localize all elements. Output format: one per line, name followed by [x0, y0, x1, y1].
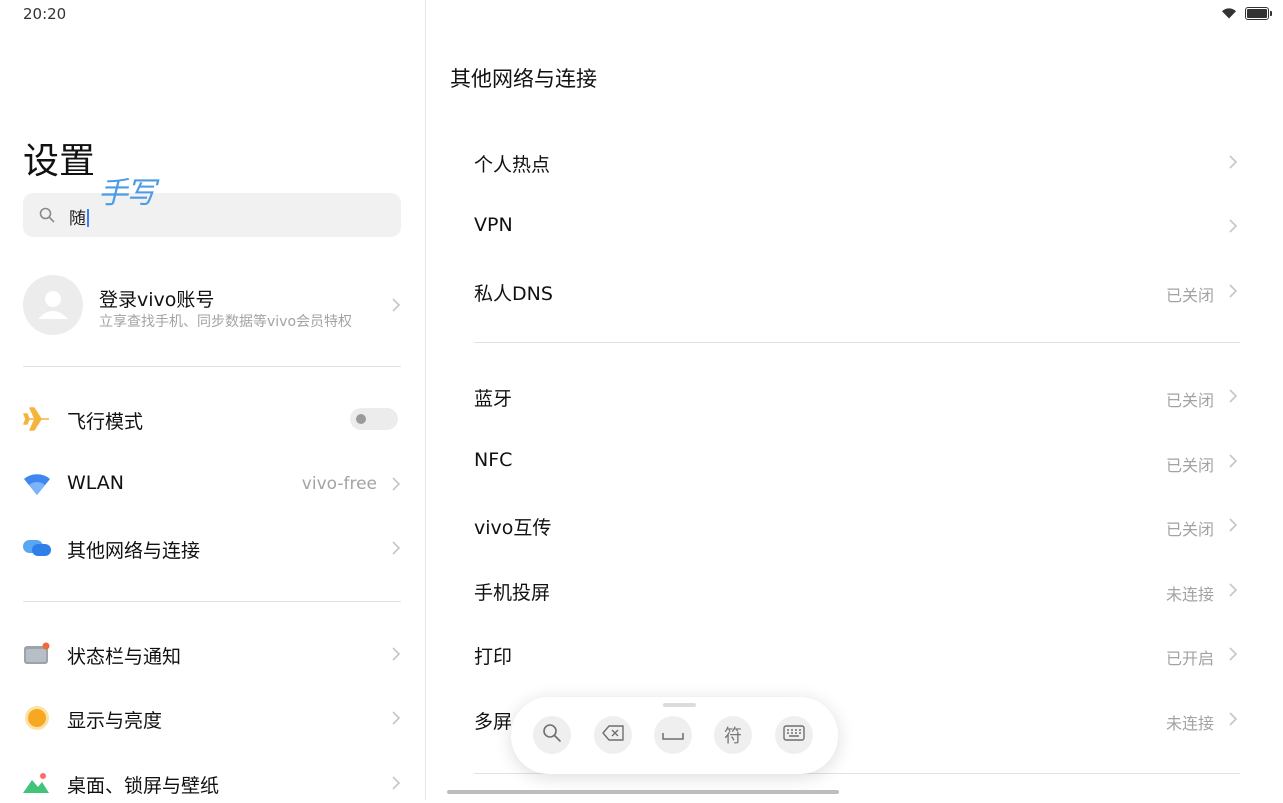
search-input-value: 随: [69, 204, 89, 229]
sidebar-item-label: WLAN: [67, 472, 125, 494]
space-button[interactable]: [654, 716, 692, 754]
setting-label: VPN: [474, 214, 513, 236]
chevron-right-icon: [1228, 646, 1238, 666]
divider: [23, 601, 401, 602]
sidebar-item-other-connections[interactable]: 其他网络与连接: [23, 528, 401, 568]
detail-title: 其他网络与连接: [450, 67, 597, 91]
divider: [23, 366, 401, 367]
setting-value: 已开启: [1165, 649, 1214, 668]
handwriting-toolbar: 符: [511, 697, 838, 774]
chevron-right-icon: [391, 646, 401, 666]
chevron-right-icon: [1228, 582, 1238, 602]
chevron-right-icon: [1228, 154, 1238, 174]
search-input[interactable]: 随: [23, 193, 401, 237]
setting-value: 未连接: [1165, 585, 1214, 604]
sidebar-item-display[interactable]: 显示与亮度: [23, 698, 401, 738]
setting-label: 多屏: [474, 711, 513, 733]
chevron-right-icon: [1228, 283, 1238, 303]
setting-row-nfc[interactable]: NFC 已关闭: [474, 439, 1240, 483]
chevron-right-icon: [1228, 218, 1238, 238]
space-icon: [662, 725, 684, 746]
keyboard-switch-button[interactable]: [775, 716, 813, 754]
setting-row-private-dns[interactable]: 私人DNS 已关闭: [474, 269, 1240, 313]
account-subtitle: 立享查找手机、同步数据等vivo会员特权: [99, 314, 353, 330]
chevron-right-icon: [391, 297, 401, 317]
wifi-icon: [23, 470, 51, 498]
avatar: [23, 275, 83, 335]
airplane-icon: [23, 405, 51, 433]
chevron-right-icon: [1228, 453, 1238, 473]
wifi-status-icon: [1221, 4, 1237, 23]
divider: [474, 342, 1240, 343]
battery-icon: [1245, 7, 1272, 20]
chevron-right-icon: [1228, 517, 1238, 537]
sidebar-item-label: 飞行模式: [67, 411, 144, 433]
setting-row-screen-cast[interactable]: 手机投屏 未连接: [474, 568, 1240, 612]
setting-value: 已关闭: [1165, 520, 1214, 539]
airplane-mode-toggle[interactable]: [350, 408, 398, 430]
brightness-icon: [23, 704, 51, 732]
horizontal-scrollbar[interactable]: [447, 790, 839, 794]
sidebar-item-wallpaper[interactable]: 桌面、锁屏与壁纸: [23, 763, 401, 803]
search-icon: [542, 723, 562, 748]
setting-value: 已关闭: [1165, 286, 1214, 305]
pane-divider: [425, 0, 426, 800]
chevron-right-icon: [1228, 388, 1238, 408]
sidebar-item-label: 桌面、锁屏与壁纸: [67, 775, 220, 797]
setting-row-hotspot[interactable]: 个人热点: [474, 140, 1240, 184]
setting-row-vpn[interactable]: VPN: [474, 204, 1240, 248]
sidebar-item-wlan[interactable]: WLAN vivo-free: [23, 464, 401, 504]
keyboard-icon: [783, 724, 805, 746]
setting-row-print[interactable]: 打印 已开启: [474, 632, 1240, 676]
setting-label: 打印: [474, 646, 513, 668]
setting-row-vivo-share[interactable]: vivo互传 已关闭: [474, 503, 1240, 547]
symbols-button[interactable]: 符: [714, 716, 752, 754]
sidebar-item-label: 显示与亮度: [67, 710, 163, 732]
wlan-network-name: vivo-free: [301, 474, 377, 494]
setting-label: NFC: [474, 449, 513, 471]
connections-icon: [23, 534, 51, 562]
backspace-icon: [602, 724, 624, 746]
backspace-button[interactable]: [594, 716, 632, 754]
setting-value: 已关闭: [1165, 456, 1214, 475]
status-icons: [1221, 4, 1272, 23]
setting-value: 已关闭: [1165, 391, 1214, 410]
setting-label: 私人DNS: [474, 283, 553, 305]
sidebar-item-label: 其他网络与连接: [67, 540, 201, 562]
wallpaper-icon: [23, 769, 51, 797]
toolbar-search-button[interactable]: [533, 716, 571, 754]
page-title: 设置: [23, 141, 96, 182]
chevron-right-icon: [391, 476, 401, 496]
setting-value: 未连接: [1165, 714, 1214, 733]
setting-label: vivo互传: [474, 517, 552, 539]
sidebar-item-label: 状态栏与通知: [67, 646, 182, 668]
symbols-label: 符: [724, 726, 742, 747]
chevron-right-icon: [391, 775, 401, 795]
account-login[interactable]: 登录vivo账号 立享查找手机、同步数据等vivo会员特权: [23, 275, 401, 335]
sidebar-item-statusbar[interactable]: 状态栏与通知: [23, 634, 401, 674]
drag-handle[interactable]: [663, 703, 696, 707]
chevron-right-icon: [1228, 711, 1238, 731]
search-icon: [39, 207, 55, 227]
settings-sidebar: 设置 随 手写 登录vivo账号 立享查找手机、同步数据等vivo会员特权 飞行…: [0, 0, 425, 800]
setting-label: 蓝牙: [474, 388, 513, 410]
setting-label: 个人热点: [474, 154, 551, 176]
account-title: 登录vivo账号: [99, 289, 215, 311]
setting-label: 手机投屏: [474, 582, 551, 604]
chevron-right-icon: [391, 540, 401, 560]
setting-row-bluetooth[interactable]: 蓝牙 已关闭: [474, 374, 1240, 418]
handwriting-label: 手写: [98, 176, 156, 211]
statusbar-icon: [23, 640, 51, 668]
chevron-right-icon: [391, 710, 401, 730]
sidebar-item-airplane-mode[interactable]: 飞行模式: [23, 399, 401, 439]
